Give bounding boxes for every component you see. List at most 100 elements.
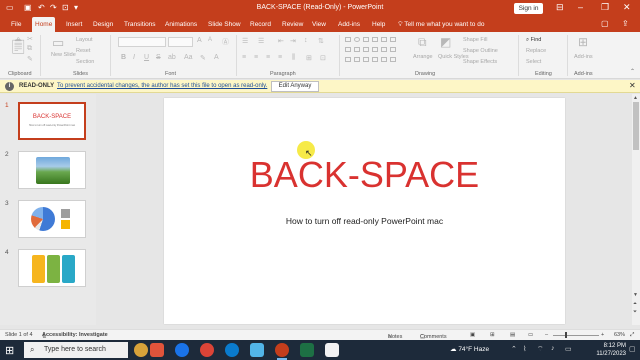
align-left-icon[interactable]: ≡ — [242, 54, 246, 61]
zoom-slider-thumb[interactable] — [565, 332, 567, 338]
shape-fill-button[interactable]: Shape Fill — [463, 37, 487, 43]
close-message-bar-icon[interactable]: ✕ — [629, 81, 636, 90]
freeform-shape-icon[interactable] — [363, 57, 369, 62]
tab-view[interactable]: View — [309, 17, 329, 32]
vertical-scrollbar[interactable]: ▲ ▼ ⏶ ⏷ — [632, 94, 640, 325]
zoom-out-icon[interactable]: – — [545, 332, 548, 338]
bold-icon[interactable]: B — [121, 54, 126, 61]
add-ins-icon[interactable]: ⊞ — [578, 35, 588, 49]
gift-app-icon[interactable] — [150, 343, 164, 357]
italic-icon[interactable]: I — [133, 54, 135, 61]
excel-icon[interactable] — [300, 343, 314, 357]
layout-button[interactable]: Layout — [76, 37, 93, 43]
increase-indent-icon[interactable]: ⇥ — [290, 37, 296, 45]
align-text-icon[interactable]: ⊞ — [306, 54, 312, 62]
star-shape-icon[interactable] — [363, 47, 369, 52]
tab-animations[interactable]: Animations — [162, 17, 200, 32]
strikethrough-icon[interactable]: S — [156, 54, 161, 61]
new-slide-icon[interactable]: ▭ — [52, 35, 64, 51]
rectangle-shape-icon[interactable] — [345, 37, 351, 42]
line-spacing-icon[interactable]: ↕ — [304, 37, 308, 44]
slide-subtitle[interactable]: How to turn off read-only PowerPoint mac — [164, 216, 565, 226]
taskbar-search-box[interactable]: ⌕ Type here to search — [24, 342, 128, 358]
decrease-font-icon[interactable]: A — [208, 37, 212, 43]
arrow-shape-icon[interactable] — [390, 37, 396, 42]
share-icon[interactable]: ⇪ — [622, 19, 629, 28]
quick-styles-icon[interactable]: ◩ — [440, 35, 451, 49]
change-case-icon[interactable]: Aa — [184, 54, 193, 61]
show-hidden-icons-icon[interactable]: ⌃ — [511, 345, 517, 353]
rounded-rect-shape-icon[interactable] — [372, 37, 378, 42]
volume-icon[interactable]: ♪ — [551, 345, 555, 352]
edit-anyway-button[interactable]: Edit Anyway — [271, 81, 319, 92]
line-shape-icon[interactable] — [345, 47, 351, 52]
text-direction-icon[interactable]: ⇅ — [318, 37, 324, 45]
app-icon[interactable] — [325, 343, 339, 357]
replace-button[interactable]: Replace — [526, 48, 546, 54]
tab-add-ins[interactable]: Add-ins — [335, 17, 363, 32]
edge-icon[interactable] — [225, 343, 239, 357]
reset-button[interactable]: Reset — [76, 48, 90, 54]
add-ins-button[interactable]: Add-ins — [574, 54, 593, 60]
normal-view-icon[interactable]: ▣ — [470, 332, 475, 338]
smartart-icon[interactable]: ⊡ — [320, 54, 326, 62]
battery-icon[interactable]: ▭ — [565, 345, 572, 353]
shape-outline-button[interactable]: Shape Outline — [463, 48, 498, 54]
tell-me-search[interactable]: 💡︎ Tell me what you want to do — [398, 17, 484, 32]
slide-thumbnail-2[interactable] — [18, 151, 86, 189]
tab-slide-show[interactable]: Slide Show — [205, 17, 244, 32]
maximize-icon[interactable]: ❐ — [601, 2, 609, 13]
slide-thumbnail-1[interactable]: BACK-SPACE How to turn off read-only Pow… — [18, 102, 86, 140]
callout-shape-icon[interactable] — [381, 47, 387, 52]
fit-to-window-icon[interactable]: ⤢ — [630, 332, 634, 339]
quick-styles-button[interactable]: Quick Styles — [438, 54, 469, 60]
cut-icon[interactable]: ✂ — [27, 35, 33, 43]
arrange-icon[interactable]: ⧉ — [418, 35, 427, 50]
curve-shape-icon[interactable] — [390, 47, 396, 52]
close-icon[interactable]: ✕ — [623, 2, 631, 13]
chrome-profile-icon[interactable] — [200, 343, 214, 357]
decrease-indent-icon[interactable]: ⇤ — [278, 37, 284, 45]
clear-formatting-icon[interactable]: Ⓐ — [222, 37, 229, 47]
accessibility-status[interactable]: ♿︎ Accessibility: Investigate — [42, 332, 108, 340]
font-name-dropdown[interactable] — [118, 37, 166, 47]
bracket-shape-icon[interactable] — [354, 57, 360, 62]
wifi-icon[interactable]: ⌔ — [537, 345, 544, 354]
scroll-up-icon[interactable]: ▲ — [633, 95, 638, 101]
slide-thumbnail-4[interactable] — [18, 249, 86, 287]
zoom-in-icon[interactable]: + — [601, 332, 604, 338]
flowchart-shape-icon[interactable] — [381, 57, 387, 62]
notifications-icon[interactable]: ▢ — [629, 345, 636, 353]
tab-insert[interactable]: Insert — [63, 17, 85, 32]
heart-shape-icon[interactable] — [345, 57, 351, 62]
scrollbar-thumb[interactable] — [633, 102, 639, 150]
shape-effects-button[interactable]: Shape Effects — [463, 59, 497, 65]
character-spacing-icon[interactable]: ab — [168, 54, 176, 61]
font-color-icon[interactable]: A — [214, 54, 219, 61]
slideshow-view-icon[interactable]: ▭ — [528, 332, 533, 338]
slide-title[interactable]: BACK-SPACE — [164, 154, 565, 196]
files-app-icon[interactable] — [250, 343, 264, 357]
align-right-icon[interactable]: ≡ — [266, 54, 270, 61]
tab-record[interactable]: Record — [247, 17, 274, 32]
textbox-shape-icon[interactable] — [363, 37, 369, 42]
align-center-icon[interactable]: ≡ — [254, 54, 258, 61]
comments-icon[interactable]: ▢ — [601, 19, 609, 28]
paste-icon[interactable]: 📋︎ — [8, 36, 28, 56]
select-button[interactable]: Select — [526, 59, 541, 65]
increase-font-icon[interactable]: A — [197, 37, 202, 44]
powerpoint-icon[interactable] — [275, 343, 289, 360]
bullets-icon[interactable]: ☰ — [242, 37, 248, 45]
format-painter-icon[interactable]: ✎ — [27, 55, 33, 63]
network-icon[interactable]: ⌇ — [523, 345, 526, 353]
tab-help[interactable]: Help — [369, 17, 388, 32]
collapse-ribbon-icon[interactable]: ⌃ — [630, 68, 635, 75]
scroll-down-icon[interactable]: ▼ — [633, 292, 638, 298]
zoom-level[interactable]: 63% — [614, 332, 625, 338]
tab-design[interactable]: Design — [90, 17, 116, 32]
triangle-shape-icon[interactable] — [381, 37, 387, 42]
highlight-icon[interactable]: ✎ — [200, 54, 206, 62]
previous-slide-icon[interactable]: ⏶ — [633, 301, 637, 307]
sign-in-button[interactable]: Sign in — [514, 3, 543, 14]
oval-shape-icon[interactable] — [354, 37, 360, 42]
